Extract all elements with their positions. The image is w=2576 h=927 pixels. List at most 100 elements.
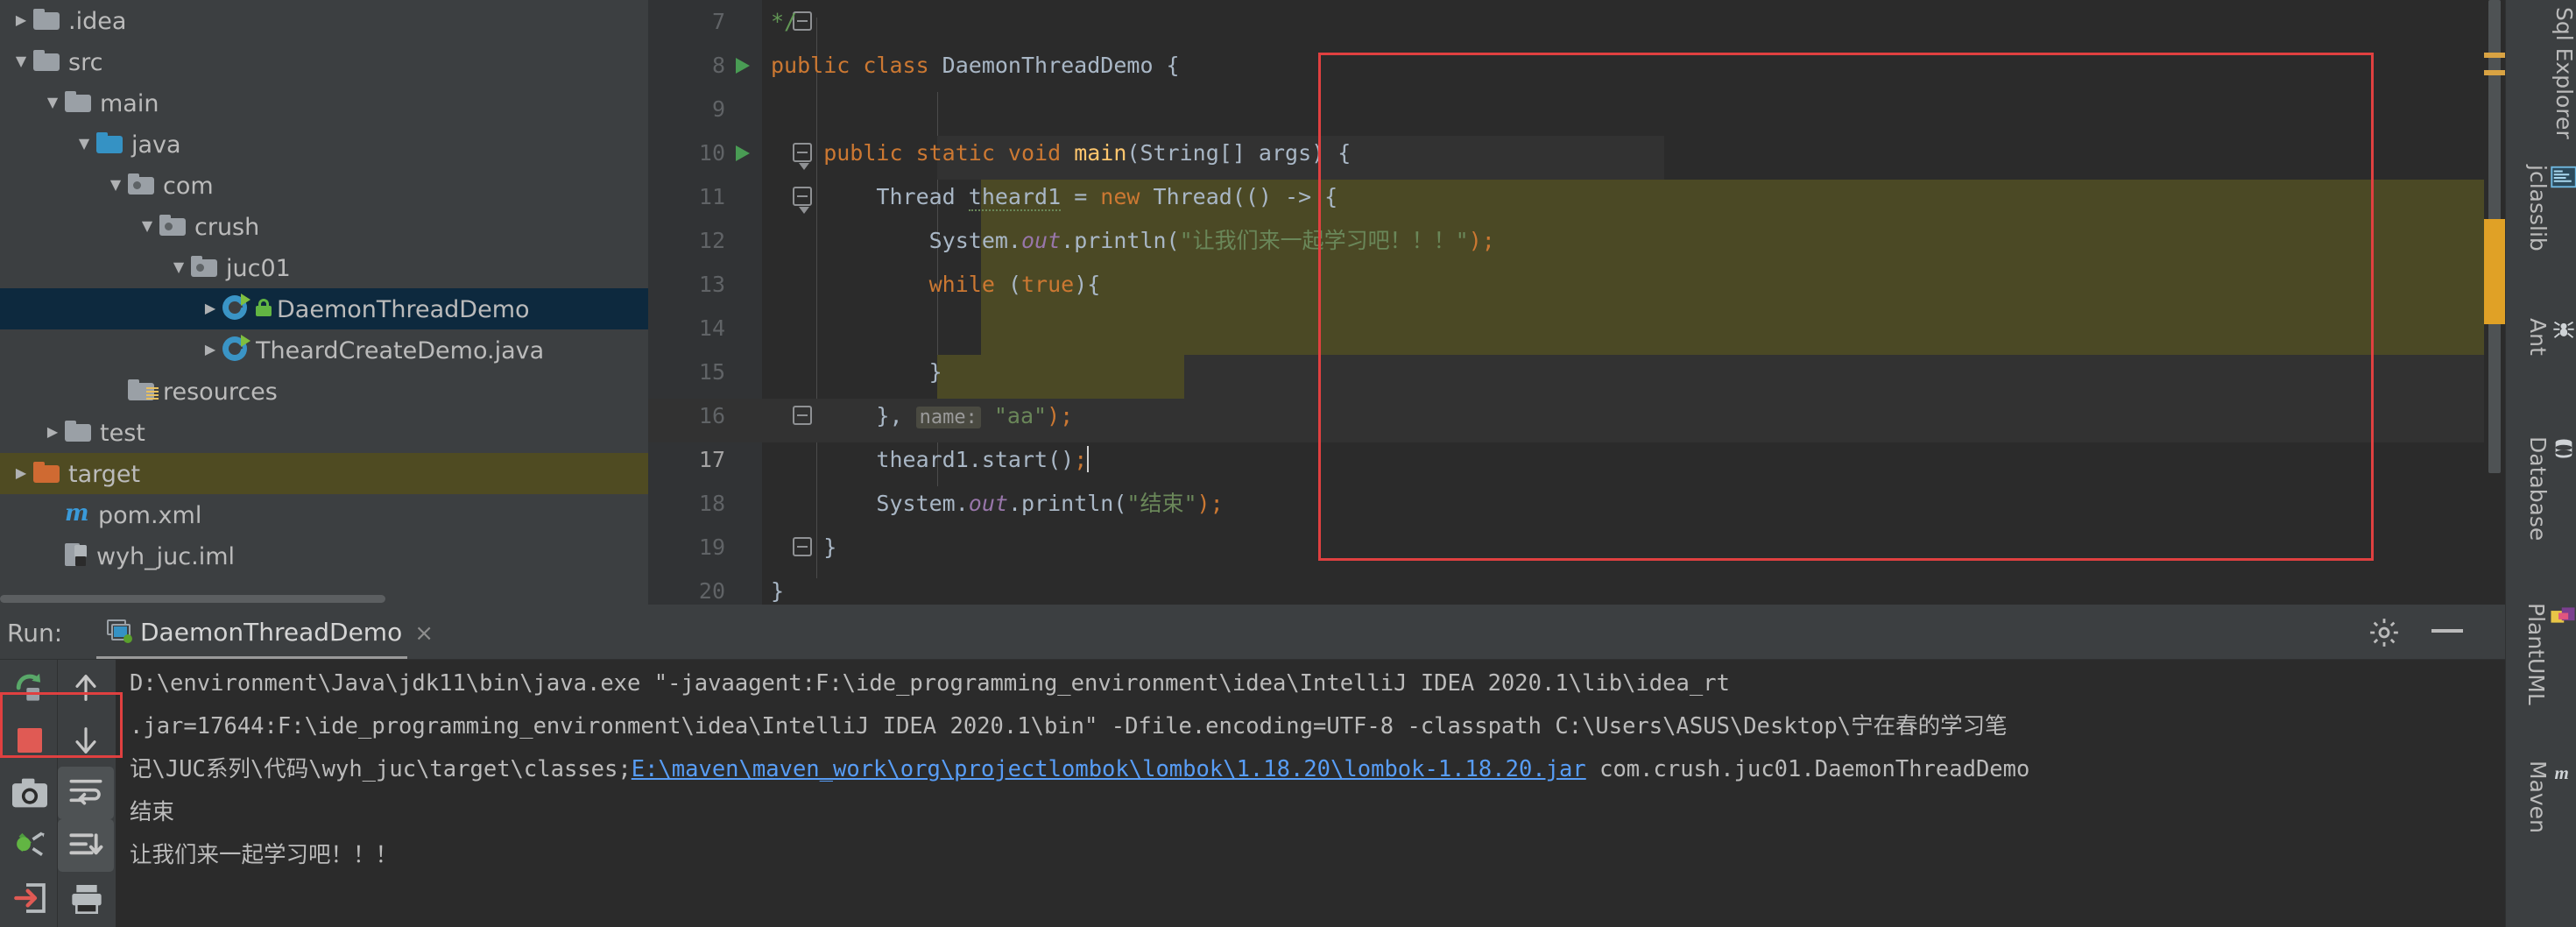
chevron-right-icon[interactable]: ▶	[40, 411, 65, 452]
code-text: }	[771, 534, 837, 560]
tree-item-pom-xml[interactable]: m pom.xml	[0, 494, 648, 535]
run-tool-window[interactable]: Run: DaemonThreadDemo × D:\environment\J…	[0, 605, 2505, 927]
filter-icon[interactable]	[2, 819, 58, 872]
console-line: .jar=17644:F:\ide_programming_environmen…	[116, 705, 2505, 748]
run-gutter-icon[interactable]	[736, 145, 750, 161]
close-icon[interactable]: ×	[414, 620, 434, 647]
chevron-right-icon[interactable]: ▶	[198, 329, 222, 370]
tool-window-button-jclasslib[interactable]: jclasslib	[2506, 158, 2576, 251]
line-number: 17	[698, 447, 725, 472]
tree-item-com[interactable]: ▼ com	[0, 165, 648, 206]
line-number: 9	[711, 96, 725, 122]
stop-icon[interactable]	[2, 714, 58, 767]
console-text: com.crush.juc01.DaemonThreadDemo	[1585, 756, 2030, 782]
chevron-down-icon[interactable]: ▼	[40, 81, 65, 123]
editor-vertical-scrollbar[interactable]	[2484, 0, 2505, 605]
tree-item--idea[interactable]: ▶ .idea	[0, 0, 648, 41]
code-line[interactable]: 15 }	[648, 350, 2505, 394]
code-line[interactable]: 11 Thread theard1 = new Thread(() -> {	[648, 175, 2505, 219]
tool-window-button-ant[interactable]: Ant	[2506, 311, 2576, 356]
scrollbar-thumb[interactable]	[0, 595, 385, 603]
tool-window-button-database[interactable]: Database	[2506, 429, 2576, 541]
tree-item-label: main	[100, 90, 159, 117]
code-line[interactable]: 19 }	[648, 526, 2505, 570]
console-hyperlink[interactable]: E:\maven\maven_work\org\projectlombok\lo…	[632, 756, 1586, 782]
scroll-to-end-icon[interactable]	[58, 819, 114, 872]
code-text: public class DaemonThreadDemo {	[771, 53, 1180, 78]
code-line[interactable]: 18 System.out.println("结束");	[648, 482, 2505, 526]
tree-item-label: com	[163, 173, 214, 200]
code-line[interactable]: 17 theard1.start();	[648, 438, 2505, 482]
tree-item-resources[interactable]: resources	[0, 371, 648, 412]
code-line[interactable]: 16 }, name: "aa");	[648, 394, 2505, 438]
right-tool-window-bar[interactable]: Sql Explorer jclasslib Ant Database PlantUML…	[2505, 0, 2576, 927]
tree-item-label: wyh_juc.iml	[96, 543, 236, 570]
run-gutter-icon[interactable]	[736, 58, 750, 74]
gear-icon[interactable]	[2367, 615, 2402, 650]
unlock-icon	[256, 298, 272, 316]
folder-icon	[191, 255, 217, 277]
folder-icon	[33, 49, 60, 71]
screenshot-icon[interactable]	[2, 767, 58, 819]
code-line[interactable]: 13 while (true){	[648, 263, 2505, 307]
chevron-down-icon[interactable]: ▼	[103, 164, 128, 205]
code-text: System.out.println("让我们来一起学习吧！！！");	[771, 228, 1495, 253]
console-line: 让我们来一起学习吧！！！	[116, 834, 2505, 877]
jclasslib-icon	[2551, 165, 2576, 195]
rerun-icon[interactable]	[2, 662, 58, 714]
tool-window-button-label: Sql Explorer	[2551, 7, 2576, 139]
java-class-icon	[222, 293, 251, 320]
minimize-icon[interactable]	[2431, 629, 2463, 633]
chevron-down-icon[interactable]: ▼	[135, 205, 159, 246]
project-tool-window[interactable]: ▶ .idea ▼ src ▼ main ▼ java ▼ com ▼ crush ▼ juc01 ▶ Dae…	[0, 0, 648, 605]
tool-window-button-plantuml[interactable]: PlantUML	[2506, 596, 2576, 705]
tree-item-main[interactable]: ▼ main	[0, 82, 648, 124]
code-line[interactable]: 10 public static void main(String[] args…	[648, 131, 2505, 175]
code-editor[interactable]: 7 */ 8 public class DaemonThreadDemo { 9 10 p…	[648, 0, 2505, 605]
run-window-label: Run:	[7, 619, 63, 647]
code-text: public static void main(String[] args) {	[771, 140, 1352, 166]
chevron-right-icon[interactable]: ▶	[9, 0, 33, 40]
chevron-down-icon[interactable]: ▼	[9, 40, 33, 81]
chevron-right-icon[interactable]: ▶	[9, 452, 33, 493]
tree-item-theardcreatedemo-java[interactable]: ▶ TheardCreateDemo.java	[0, 329, 648, 371]
folder-icon	[128, 173, 154, 195]
tree-item-target[interactable]: ▶ target	[0, 453, 648, 494]
java-class-icon	[222, 334, 251, 361]
project-tree-horizontal-scrollbar[interactable]	[0, 592, 648, 605]
chevron-down-icon[interactable]: ▼	[72, 123, 96, 164]
tree-item-label: target	[68, 461, 141, 488]
tree-item-juc01[interactable]: ▼ juc01	[0, 247, 648, 288]
tree-item-test[interactable]: ▶ test	[0, 412, 648, 453]
code-line[interactable]: 7 */	[648, 0, 2505, 44]
code-line[interactable]: 20}	[648, 570, 2505, 605]
warning-marker[interactable]	[2484, 53, 2505, 58]
code-line[interactable]: 14	[648, 307, 2505, 350]
code-text: }	[771, 359, 942, 385]
tree-item-src[interactable]: ▼ src	[0, 41, 648, 82]
print-icon[interactable]	[58, 872, 114, 924]
chevron-right-icon[interactable]: ▶	[198, 287, 222, 329]
console-output[interactable]: D:\environment\Java\jdk11\bin\java.exe "…	[116, 660, 2505, 927]
run-tab-daemonthreaddemo[interactable]: DaemonThreadDemo ×	[96, 612, 444, 654]
code-line[interactable]: 8 public class DaemonThreadDemo {	[648, 44, 2505, 88]
console-text: .jar=17644:F:\ide_programming_environmen…	[130, 713, 2008, 739]
scroll-up-icon[interactable]	[58, 662, 114, 714]
tree-item-daemonthreaddemo[interactable]: ▶ DaemonThreadDemo	[0, 288, 648, 329]
tree-item-crush[interactable]: ▼ crush	[0, 206, 648, 247]
export-icon[interactable]	[2, 872, 58, 924]
soft-wrap-icon[interactable]	[58, 767, 114, 819]
changed-lines-marker[interactable]	[2484, 219, 2505, 324]
tool-window-button-maven[interactable]: m Maven	[2506, 754, 2576, 833]
console-line: 记\JUC系列\代码\wyh_juc\target\classes;E:\mav…	[116, 748, 2505, 791]
tree-item-java[interactable]: ▼ java	[0, 124, 648, 165]
scroll-down-icon[interactable]	[58, 714, 114, 767]
chevron-down-icon[interactable]: ▼	[166, 246, 191, 287]
tool-window-button-sql-explorer[interactable]: Sql Explorer	[2506, 0, 2576, 139]
warning-marker[interactable]	[2484, 70, 2505, 75]
code-line[interactable]: 9	[648, 88, 2505, 131]
folder-icon	[65, 90, 91, 112]
tree-item-wyh-juc-iml[interactable]: wyh_juc.iml	[0, 535, 648, 577]
code-line[interactable]: 12 System.out.println("让我们来一起学习吧！！！");	[648, 219, 2505, 263]
toolbar-divider	[57, 660, 58, 927]
